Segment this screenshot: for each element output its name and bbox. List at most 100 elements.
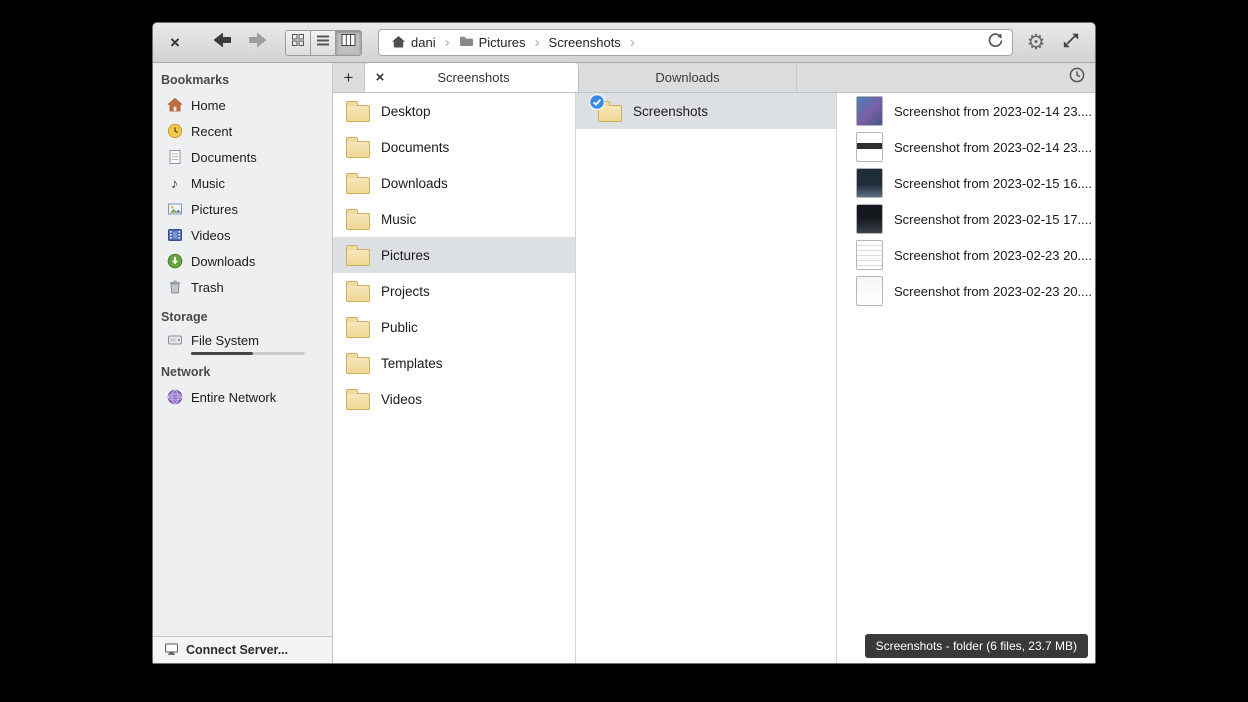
folder-label: Templates xyxy=(381,356,443,371)
connect-server-button[interactable]: Connect Server... xyxy=(153,636,332,663)
disk-usage-fill xyxy=(191,352,253,355)
folder-row-screenshots[interactable]: Screenshots xyxy=(576,93,836,129)
sidebar-item-label: Home xyxy=(191,98,226,113)
folder-row-pictures[interactable]: Pictures xyxy=(333,237,575,273)
fullscreen-button[interactable] xyxy=(1059,31,1083,55)
sidebar-item-label: Documents xyxy=(191,150,257,165)
disk-usage-bar xyxy=(191,352,305,355)
file-row[interactable]: Screenshot from 2023-02-14 23.... xyxy=(837,129,1095,165)
back-button[interactable] xyxy=(209,30,235,56)
folder-row-downloads[interactable]: Downloads xyxy=(333,165,575,201)
sidebar-item-label: Trash xyxy=(191,280,224,295)
chevron-right-icon: › xyxy=(534,35,541,50)
list-view-button[interactable] xyxy=(311,31,336,55)
file-label: Screenshot from 2023-02-23 20.... xyxy=(894,284,1092,299)
grid-view-icon xyxy=(291,33,305,52)
file-label: Screenshot from 2023-02-14 23.... xyxy=(894,140,1092,155)
folder-label: Screenshots xyxy=(633,104,708,119)
sidebar-item-music[interactable]: ♪ Music xyxy=(153,170,332,196)
tab-bar: + × Screenshots Downloads xyxy=(333,63,1095,93)
globe-icon xyxy=(166,389,183,406)
forward-button[interactable] xyxy=(245,30,271,56)
tab-close-button[interactable]: × xyxy=(365,69,395,86)
file-label: Screenshot from 2023-02-15 16.... xyxy=(894,176,1092,191)
tabbar-spacer xyxy=(797,63,1059,92)
image-thumbnail xyxy=(856,204,883,234)
folder-icon xyxy=(346,105,370,122)
file-row[interactable]: Screenshot from 2023-02-23 20.... xyxy=(837,273,1095,309)
sidebar-item-documents[interactable]: Documents xyxy=(153,144,332,170)
folder-row-projects[interactable]: Projects xyxy=(333,273,575,309)
selected-check-badge-icon xyxy=(589,94,605,113)
breadcrumb-screenshots[interactable]: Screenshots xyxy=(543,31,627,54)
breadcrumb-home[interactable]: dani xyxy=(385,31,442,54)
sidebar-item-label: Videos xyxy=(191,228,231,243)
breadcrumb-home-label: dani xyxy=(411,35,436,50)
expand-diagonal-icon xyxy=(1062,31,1080,54)
sidebar-item-home[interactable]: Home xyxy=(153,92,332,118)
music-note-icon: ♪ xyxy=(166,175,183,192)
new-tab-button[interactable]: + xyxy=(333,63,365,92)
image-thumbnail xyxy=(856,276,883,306)
home-icon xyxy=(166,97,183,114)
breadcrumb: dani › Pictures › Screenshots › xyxy=(378,29,1013,56)
file-row[interactable]: Screenshot from 2023-02-15 17.... xyxy=(837,201,1095,237)
folder-icon xyxy=(459,35,474,50)
sidebar-item-label: Entire Network xyxy=(191,390,276,405)
connect-server-label: Connect Server... xyxy=(186,643,288,657)
chevron-right-icon: › xyxy=(444,35,451,50)
breadcrumb-pictures[interactable]: Pictures xyxy=(453,31,532,54)
folder-row-music[interactable]: Music xyxy=(333,201,575,237)
clock-icon xyxy=(166,123,183,140)
document-icon xyxy=(166,149,183,166)
folder-icon xyxy=(346,177,370,194)
chevron-right-icon: › xyxy=(629,35,636,50)
column-pictures: Screenshots xyxy=(576,93,837,663)
folder-label: Public xyxy=(381,320,418,335)
folder-label: Downloads xyxy=(381,176,448,191)
sidebar-item-trash[interactable]: Trash xyxy=(153,274,332,300)
refresh-button[interactable] xyxy=(984,32,1006,54)
breadcrumb-screenshots-label: Screenshots xyxy=(549,35,621,50)
sidebar-item-downloads[interactable]: Downloads xyxy=(153,248,332,274)
sidebar-item-recent[interactable]: Recent xyxy=(153,118,332,144)
sidebar-section-bookmarks: Bookmarks xyxy=(153,63,332,92)
sidebar-item-videos[interactable]: Videos xyxy=(153,222,332,248)
refresh-icon xyxy=(987,32,1004,54)
drive-icon xyxy=(166,332,183,349)
forward-arrow-icon xyxy=(246,29,270,56)
folder-row-public[interactable]: Public xyxy=(333,309,575,345)
view-switcher xyxy=(285,30,362,56)
main-area: + × Screenshots Downloads Desktop xyxy=(333,63,1095,663)
home-icon xyxy=(391,35,406,51)
sidebar-item-pictures[interactable]: Pictures xyxy=(153,196,332,222)
tab-screenshots[interactable]: × Screenshots xyxy=(365,63,579,92)
sidebar-item-file-system[interactable]: File System xyxy=(153,329,332,351)
file-row[interactable]: Screenshot from 2023-02-23 20.... xyxy=(837,237,1095,273)
folder-label: Documents xyxy=(381,140,449,155)
folder-row-desktop[interactable]: Desktop xyxy=(333,93,575,129)
window-close-button[interactable]: × xyxy=(165,33,185,53)
tab-downloads[interactable]: Downloads xyxy=(579,63,797,92)
sidebar: Bookmarks Home Recent Documents ♪ Music xyxy=(153,63,333,663)
image-thumbnail xyxy=(856,96,883,126)
folder-icon xyxy=(346,321,370,338)
file-manager-window: × xyxy=(152,22,1096,664)
folder-icon xyxy=(346,393,370,410)
history-button[interactable] xyxy=(1059,63,1095,92)
grid-view-button[interactable] xyxy=(286,31,311,55)
settings-button[interactable]: ⚙ xyxy=(1023,30,1049,56)
sidebar-item-label: Recent xyxy=(191,124,232,139)
file-row[interactable]: Screenshot from 2023-02-15 16.... xyxy=(837,165,1095,201)
folder-icon xyxy=(346,213,370,230)
column-home: Desktop Documents Downloads Music Pictur… xyxy=(333,93,576,663)
folder-row-templates[interactable]: Templates xyxy=(333,345,575,381)
folder-row-videos[interactable]: Videos xyxy=(333,381,575,417)
sidebar-item-label: File System xyxy=(191,333,259,348)
image-thumbnail xyxy=(856,168,883,198)
column-view-button[interactable] xyxy=(336,31,361,55)
status-tooltip: Screenshots - folder (6 files, 23.7 MB) xyxy=(865,634,1088,658)
folder-row-documents[interactable]: Documents xyxy=(333,129,575,165)
sidebar-item-entire-network[interactable]: Entire Network xyxy=(153,384,332,410)
file-row[interactable]: Screenshot from 2023-02-14 23.... xyxy=(837,93,1095,129)
